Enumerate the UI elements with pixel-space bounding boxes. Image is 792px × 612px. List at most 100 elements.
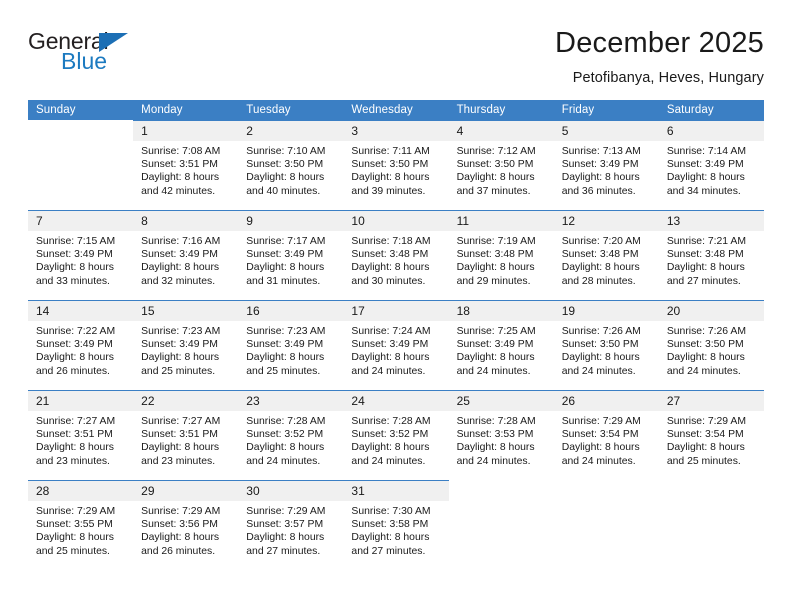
page-title: December 2025: [555, 27, 764, 59]
calendar-day-cell[interactable]: 6 Sunrise: 7:14 AM Sunset: 3:49 PM Daylight…: [658, 120, 764, 211]
day-details: Sunrise: 7:28 AM Sunset: 3:52 PM Daylight:…: [238, 411, 343, 468]
day-number: 28: [28, 481, 134, 501]
calendar-day-cell[interactable]: 27 Sunrise: 7:29 AM Sunset: 3:54 PM Dayligh…: [658, 390, 764, 481]
calendar-day-cell[interactable]: 17 Sunrise: 7:24 AM Sunset: 3:49 PM Dayligh…: [343, 300, 449, 391]
sunrise-time: Sunrise: 7:15 AM: [36, 236, 116, 247]
daylight-duration-line1: Daylight: 8 hours: [456, 262, 535, 274]
sunset-time: Sunset: 3:50 PM: [246, 159, 324, 171]
sunset-time: Sunset: 3:49 PM: [141, 249, 218, 261]
daylight-duration-line1: Daylight: 8 hours: [666, 172, 745, 184]
day-number: 26: [553, 391, 659, 411]
day-number: 19: [553, 301, 659, 321]
calendar-day-cell[interactable]: 26 Sunrise: 7:29 AM Sunset: 3:54 PM Dayligh…: [553, 390, 659, 481]
daylight-duration-line2: and 25 minutes.: [246, 365, 321, 377]
calendar-day-cell[interactable]: 4 Sunrise: 7:12 AM Sunset: 3:50 PM Daylight…: [448, 120, 554, 211]
calendar-week-row: 7 Sunrise: 7:15 AM Sunset: 3:49 PM Daylight…: [28, 210, 764, 301]
daylight-duration-line2: and 27 minutes.: [351, 545, 426, 557]
daylight-duration-line1: Daylight: 8 hours: [246, 442, 325, 454]
calendar-day-cell[interactable]: 15 Sunrise: 7:23 AM Sunset: 3:49 PM Dayligh…: [133, 300, 239, 391]
calendar-day-cell[interactable]: 31 Sunrise: 7:30 AM Sunset: 3:58 PM Dayligh…: [343, 480, 449, 571]
calendar-day-cell[interactable]: 14 Sunrise: 7:22 AM Sunset: 3:49 PM Dayligh…: [28, 300, 134, 391]
calendar-day-cell[interactable]: 9 Sunrise: 7:17 AM Sunset: 3:49 PM Daylight…: [238, 210, 344, 301]
daylight-duration-line1: Daylight: 8 hours: [141, 172, 220, 184]
sunrise-time: Sunrise: 7:29 AM: [36, 506, 116, 517]
daylight-duration-line1: Daylight: 8 hours: [351, 262, 430, 274]
sunset-time: Sunset: 3:49 PM: [246, 249, 324, 261]
daylight-duration-line1: Daylight: 8 hours: [561, 352, 640, 364]
sunrise-time: Sunrise: 7:30 AM: [351, 506, 431, 517]
day-number: 9: [238, 211, 344, 231]
weekday-header-saturday: Saturday: [658, 100, 764, 121]
calendar-day-cell[interactable]: 23 Sunrise: 7:28 AM Sunset: 3:52 PM Dayligh…: [238, 390, 344, 481]
day-number: 25: [448, 391, 554, 411]
daylight-duration-line2: and 24 minutes.: [456, 455, 531, 467]
day-details: Sunrise: 7:29 AM Sunset: 3:55 PM Daylight:…: [28, 501, 133, 558]
daylight-duration-line2: and 33 minutes.: [36, 275, 110, 287]
sunset-time: Sunset: 3:48 PM: [456, 249, 534, 261]
day-number: 3: [343, 121, 449, 141]
day-details: Sunrise: 7:19 AM Sunset: 3:48 PM Daylight:…: [449, 231, 554, 288]
calendar-day-cell[interactable]: 21 Sunrise: 7:27 AM Sunset: 3:51 PM Dayligh…: [28, 390, 134, 481]
sunset-time: Sunset: 3:48 PM: [351, 249, 429, 261]
calendar-day-cell[interactable]: 24 Sunrise: 7:28 AM Sunset: 3:52 PM Dayligh…: [343, 390, 449, 481]
calendar-day-cell[interactable]: 28 Sunrise: 7:29 AM Sunset: 3:55 PM Dayligh…: [28, 480, 134, 571]
day-number: 14: [28, 301, 134, 321]
sunrise-time: Sunrise: 7:17 AM: [246, 236, 326, 247]
calendar-day-cell[interactable]: 2 Sunrise: 7:10 AM Sunset: 3:50 PM Daylight…: [238, 120, 344, 211]
sunrise-time: Sunrise: 7:12 AM: [456, 146, 536, 157]
calendar-day-cell[interactable]: 10 Sunrise: 7:18 AM Sunset: 3:48 PM Dayligh…: [343, 210, 449, 301]
general-blue-logo: General Blue: [28, 26, 158, 82]
calendar-day-cell[interactable]: 13 Sunrise: 7:21 AM Sunset: 3:48 PM Dayligh…: [658, 210, 764, 301]
sunset-time: Sunset: 3:49 PM: [456, 339, 534, 351]
calendar-day-cell[interactable]: 20 Sunrise: 7:26 AM Sunset: 3:50 PM Dayligh…: [658, 300, 764, 391]
daylight-duration-line1: Daylight: 8 hours: [351, 532, 430, 544]
daylight-duration-line2: and 39 minutes.: [351, 185, 426, 197]
daylight-duration-line1: Daylight: 8 hours: [36, 352, 114, 364]
calendar-day-cell[interactable]: 19 Sunrise: 7:26 AM Sunset: 3:50 PM Dayligh…: [553, 300, 659, 391]
calendar-day-cell[interactable]: 16 Sunrise: 7:23 AM Sunset: 3:49 PM Dayligh…: [238, 300, 344, 391]
calendar-day-cell[interactable]: 1 Sunrise: 7:08 AM Sunset: 3:51 PM Daylight…: [133, 120, 239, 211]
day-number: [28, 121, 134, 141]
sunrise-time: Sunrise: 7:13 AM: [561, 146, 641, 157]
calendar-day-cell[interactable]: 30 Sunrise: 7:29 AM Sunset: 3:57 PM Dayligh…: [238, 480, 344, 571]
calendar-day-cell[interactable]: 18 Sunrise: 7:25 AM Sunset: 3:49 PM Dayligh…: [448, 300, 554, 391]
calendar-day-cell[interactable]: 3 Sunrise: 7:11 AM Sunset: 3:50 PM Daylight…: [343, 120, 449, 211]
day-details: Sunrise: 7:28 AM Sunset: 3:52 PM Daylight:…: [343, 411, 448, 468]
weekday-header-monday: Monday: [133, 100, 239, 121]
sunrise-time: Sunrise: 7:10 AM: [246, 146, 326, 157]
day-details: Sunrise: 7:15 AM Sunset: 3:49 PM Daylight:…: [28, 231, 133, 288]
day-number: 23: [238, 391, 344, 411]
daylight-duration-line1: Daylight: 8 hours: [351, 172, 430, 184]
daylight-duration-line2: and 31 minutes.: [246, 275, 321, 287]
daylight-duration-line1: Daylight: 8 hours: [351, 442, 430, 454]
calendar-day-cell[interactable]: 5 Sunrise: 7:13 AM Sunset: 3:49 PM Daylight…: [553, 120, 659, 211]
calendar-day-cell[interactable]: 29 Sunrise: 7:29 AM Sunset: 3:56 PM Dayligh…: [133, 480, 239, 571]
sunset-time: Sunset: 3:51 PM: [141, 429, 218, 441]
day-number: 5: [553, 121, 659, 141]
calendar-day-cell[interactable]: 8 Sunrise: 7:16 AM Sunset: 3:49 PM Daylight…: [133, 210, 239, 301]
sunrise-time: Sunrise: 7:29 AM: [141, 506, 221, 517]
sunset-time: Sunset: 3:50 PM: [666, 339, 744, 351]
daylight-duration-line1: Daylight: 8 hours: [561, 262, 640, 274]
day-number: [448, 481, 554, 501]
calendar-day-cell[interactable]: 25 Sunrise: 7:28 AM Sunset: 3:53 PM Dayligh…: [448, 390, 554, 481]
daylight-duration-line2: and 30 minutes.: [351, 275, 426, 287]
sunset-time: Sunset: 3:55 PM: [36, 519, 113, 531]
daylight-duration-line2: and 37 minutes.: [456, 185, 531, 197]
calendar-day-cell[interactable]: 11 Sunrise: 7:19 AM Sunset: 3:48 PM Dayligh…: [448, 210, 554, 301]
sunset-time: Sunset: 3:49 PM: [351, 339, 429, 351]
sunset-time: Sunset: 3:48 PM: [561, 249, 639, 261]
sunrise-sunset-calendar: Sunday Monday Tuesday Wednesday Thursday Frid…: [28, 100, 764, 571]
daylight-duration-line2: and 23 minutes.: [141, 455, 216, 467]
sunset-time: Sunset: 3:53 PM: [456, 429, 534, 441]
sunset-time: Sunset: 3:52 PM: [246, 429, 324, 441]
calendar-week-row: 1 Sunrise: 7:08 AM Sunset: 3:51 PM Daylight…: [28, 120, 764, 211]
daylight-duration-line1: Daylight: 8 hours: [36, 442, 114, 454]
calendar-day-cell[interactable]: 22 Sunrise: 7:27 AM Sunset: 3:51 PM Dayligh…: [133, 390, 239, 481]
sunset-time: Sunset: 3:49 PM: [666, 159, 744, 171]
calendar-day-cell[interactable]: 12 Sunrise: 7:20 AM Sunset: 3:48 PM Dayligh…: [553, 210, 659, 301]
calendar-day-cell[interactable]: 7 Sunrise: 7:15 AM Sunset: 3:49 PM Daylight…: [28, 210, 134, 301]
day-details: Sunrise: 7:13 AM Sunset: 3:49 PM Daylight:…: [554, 141, 659, 198]
day-number: 2: [238, 121, 344, 141]
calendar-week-row: 14 Sunrise: 7:22 AM Sunset: 3:49 PM Dayligh…: [28, 300, 764, 391]
